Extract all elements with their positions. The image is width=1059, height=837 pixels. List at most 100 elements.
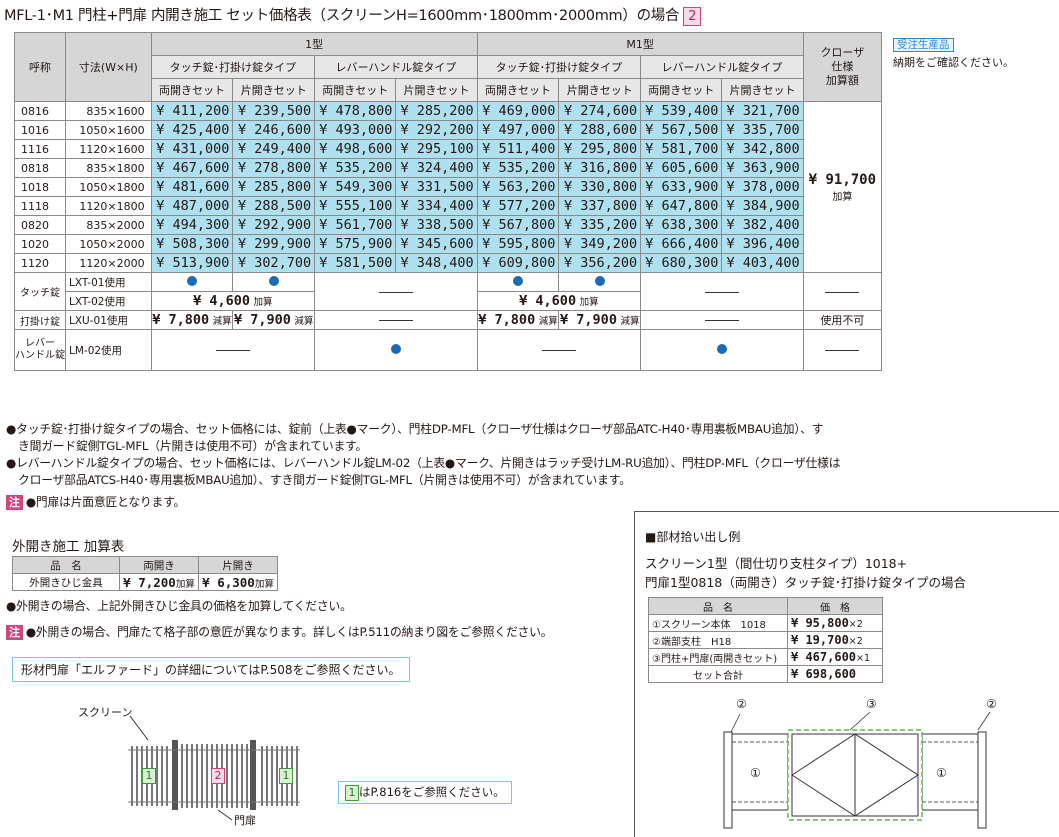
table-row: 1016 1050×1600 ¥ 425,400 ¥ 246,600 ¥ 493,000… xyxy=(14,120,882,140)
lm02-label: LM-02使用 xyxy=(65,329,152,371)
price-cell: ¥ 331,500 xyxy=(395,177,478,197)
lxt01-label: LXT-01使用 xyxy=(65,272,152,292)
price-cell: ¥ 633,900 xyxy=(640,177,723,197)
price-cell: ¥ 295,100 xyxy=(395,139,478,159)
parts-title: ■部材拾い出し例 xyxy=(645,530,741,544)
row-size: 1120×1600 xyxy=(65,139,152,159)
row-code: 0820 xyxy=(14,215,66,235)
header-type1: 1型 xyxy=(150,32,478,56)
closer-price: ¥ 91,700 加算 xyxy=(802,101,883,273)
price-cell: ¥ 330,800 xyxy=(558,177,642,197)
price-cell: ¥ 575,900 xyxy=(314,234,397,254)
price-cell: ¥ 567,500 xyxy=(640,120,723,140)
lxt01-dot xyxy=(476,272,560,292)
lm02-touch-dash xyxy=(476,329,642,371)
row-size: 1120×1800 xyxy=(65,196,152,216)
parts-name: ①スクリーン本体 1018 xyxy=(648,614,788,632)
price-cell: ¥ 493,000 xyxy=(314,120,397,140)
price-cell: ¥ 498,600 xyxy=(314,139,397,159)
lxu-single: ¥ 7,900 減算 xyxy=(232,310,316,330)
delivery-note: 納期をご確認ください。 xyxy=(893,56,1014,69)
row-code: 0818 xyxy=(14,158,66,178)
label-two: 2 xyxy=(211,764,225,784)
header-typeM1: M1型 xyxy=(476,32,804,56)
table-row: 1116 1120×1600 ¥ 431,000 ¥ 249,400 ¥ 498,600… xyxy=(14,139,882,159)
price-cell: ¥ 605,600 xyxy=(640,158,723,178)
header-both: 両開きセット xyxy=(476,78,560,102)
callout-2-left: ② xyxy=(736,697,747,711)
parts-row: ①スクリーン本体 1018 ¥ 95,800×2 xyxy=(648,614,883,632)
lxu-not-usable: 使用不可 xyxy=(802,310,883,330)
price-cell: ¥ 285,800 xyxy=(232,177,316,197)
row-code: 1118 xyxy=(14,196,66,216)
price-cell: ¥ 345,600 xyxy=(395,234,478,254)
row-size: 1120×2000 xyxy=(65,253,152,273)
table-row: 1118 1120×1800 ¥ 487,000 ¥ 288,500 ¥ 555,100… xyxy=(14,196,882,216)
price-cell: ¥ 299,900 xyxy=(232,234,316,254)
parts-h-name: 品 名 xyxy=(648,597,788,615)
price-cell: ¥ 337,800 xyxy=(558,196,642,216)
lxt01-dot xyxy=(150,272,234,292)
price-cell: ¥ 348,400 xyxy=(395,253,478,273)
price-cell: ¥ 295,800 xyxy=(558,139,642,159)
price-cell: ¥ 349,200 xyxy=(558,234,642,254)
lxt02-price: ¥ 4,600 加算 xyxy=(476,291,642,311)
parts-table: 品 名 価 格 ①スクリーン本体 1018 ¥ 95,800×2 ②端部支柱 H1… xyxy=(648,597,883,683)
parts-sub2: 門扉1型0818（両開き）タッチ錠･打掛け錠タイプの場合 xyxy=(645,575,967,590)
out-h-name: 品 名 xyxy=(12,556,120,574)
row-size: 835×1800 xyxy=(65,158,152,178)
header-single: 片開きセット xyxy=(395,78,478,102)
price-cell: ¥ 292,900 xyxy=(232,215,316,235)
price-cell: ¥ 378,000 xyxy=(721,177,804,197)
out-item: 外開きひじ金具 xyxy=(12,573,120,591)
price-cell: ¥ 535,200 xyxy=(476,158,560,178)
out-h-both: 両開き xyxy=(119,556,199,574)
header-name: 呼称 xyxy=(14,32,66,102)
header-both: 両開きセット xyxy=(314,78,397,102)
parts-total-label: セット合計 xyxy=(648,665,788,683)
price-cell: ¥ 487,000 xyxy=(150,196,234,216)
price-cell: ¥ 334,400 xyxy=(395,196,478,216)
price-cell: ¥ 335,700 xyxy=(721,120,804,140)
out-single: ¥ 6,300加算 xyxy=(198,573,278,591)
header-lever-1: レバーハンドル錠タイプ xyxy=(314,55,478,79)
price-cell: ¥ 535,200 xyxy=(314,158,397,178)
lxt02-label: LXT-02使用 xyxy=(65,291,152,311)
parts-row: ③門柱+門扉(両開きセット) ¥ 467,600×1 xyxy=(648,648,883,666)
parts-name: ③門柱+門扉(両開きセット) xyxy=(648,648,788,666)
lxu-single: ¥ 7,900 減算 xyxy=(558,310,642,330)
reference-note: 形材門扉「エルファード」の詳細についてはP.508をご参照ください。 xyxy=(12,657,410,682)
price-cell: ¥ 647,800 xyxy=(640,196,723,216)
price-cell: ¥ 274,600 xyxy=(558,101,642,121)
price-cell: ¥ 563,200 xyxy=(476,177,560,197)
header-touch-m1: タッチ錠･打掛け錠タイプ xyxy=(476,55,642,79)
price-cell: ¥ 403,400 xyxy=(721,253,804,273)
row-code: 1116 xyxy=(14,139,66,159)
note-3: 注 ●門扉は片面意匠となります。 xyxy=(6,494,886,511)
price-cell: ¥ 335,200 xyxy=(558,215,642,235)
row-code: 1020 xyxy=(14,234,66,254)
made-to-order-badge: 受注生産品 xyxy=(893,38,954,52)
price-cell: ¥ 609,800 xyxy=(476,253,560,273)
price-cell: ¥ 246,600 xyxy=(232,120,316,140)
price-cell: ¥ 680,300 xyxy=(640,253,723,273)
header-touch-1: タッチ錠･打掛け錠タイプ xyxy=(150,55,316,79)
note-2b: クローザ部品ATCS-H40･専用裏板MBAU追加）、すき間ガード錠側TGL-M… xyxy=(18,473,631,487)
out-h-single: 片開き xyxy=(198,556,278,574)
header-both: 両開きセット xyxy=(640,78,723,102)
outside-note-2: 注 ●外開きの場合、門扉たて格子部の意匠が異なります。詳しくはP.511の納まり図… xyxy=(6,624,553,641)
row-size: 1050×2000 xyxy=(65,234,152,254)
price-cell: ¥ 549,300 xyxy=(314,177,397,197)
row-size: 835×1600 xyxy=(65,101,152,121)
price-cell: ¥ 494,300 xyxy=(150,215,234,235)
title-text: MFL-1･M1 門柱+門扉 内開き施工 セット価格表（スクリーンH=1600m… xyxy=(4,8,680,24)
price-cell: ¥ 384,900 xyxy=(721,196,804,216)
lxu-lever-dash xyxy=(314,310,478,330)
note-1a: ●タッチ錠･打掛け錠タイプの場合、セット価格には、錠前（上表●マーク）、門柱DP… xyxy=(6,422,824,436)
header-closer: クローザ 仕様 加算額 xyxy=(802,32,883,102)
price-cell: ¥ 411,200 xyxy=(150,101,234,121)
header-single: 片開きセット xyxy=(721,78,804,102)
lxt02-price: ¥ 4,600 加算 xyxy=(150,291,316,311)
lm02-dot xyxy=(640,329,804,371)
row-size: 835×2000 xyxy=(65,215,152,235)
